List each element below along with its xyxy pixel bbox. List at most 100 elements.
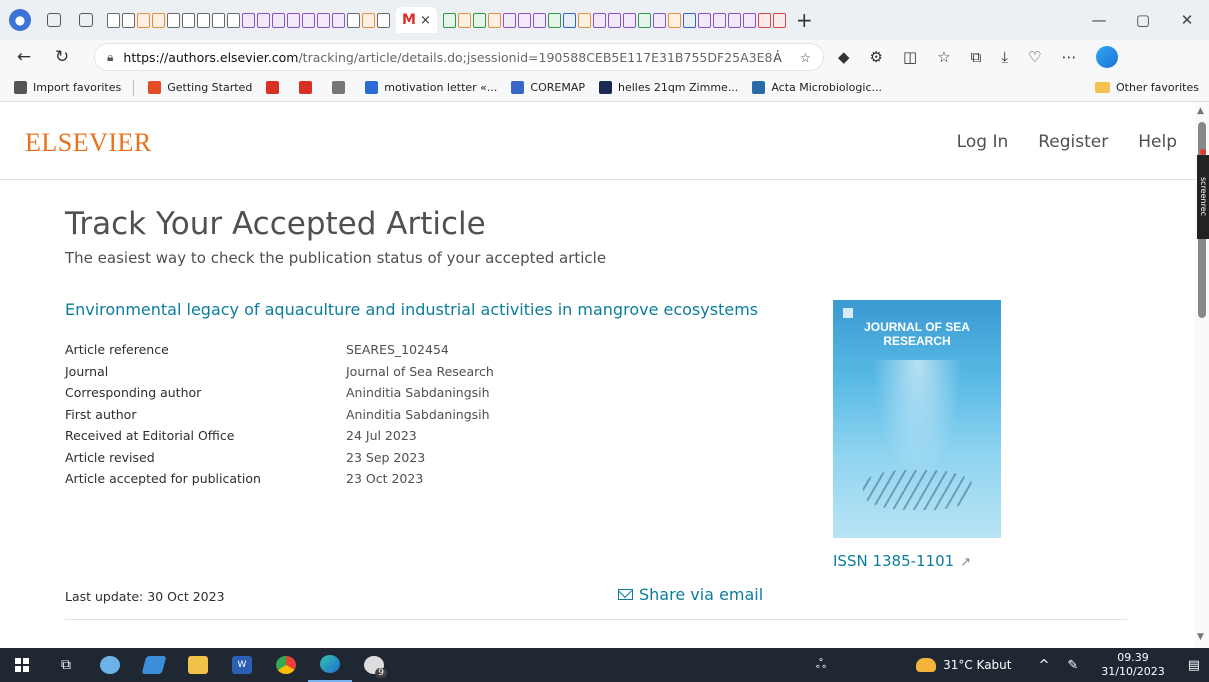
tab[interactable]: [137, 12, 150, 28]
tab[interactable]: [472, 12, 486, 28]
back-arrow-icon[interactable]: ←: [10, 47, 38, 67]
tab[interactable]: [272, 12, 285, 28]
tab[interactable]: [287, 12, 300, 28]
tab[interactable]: [757, 12, 771, 28]
task-view-icon[interactable]: ⧉: [44, 648, 88, 682]
active-tab[interactable]: M ×: [396, 7, 437, 33]
tab[interactable]: [122, 12, 135, 28]
register-link[interactable]: Register: [1038, 132, 1108, 152]
chrome-icon[interactable]: [264, 648, 308, 682]
profile-avatar-icon[interactable]: ●: [9, 9, 31, 31]
close-window-button[interactable]: ✕: [1165, 0, 1209, 40]
collections-icon[interactable]: ⧉: [971, 48, 982, 66]
screenrec-widget[interactable]: screenrec: [1197, 149, 1209, 239]
close-tab-icon[interactable]: ×: [420, 13, 431, 28]
refresh-icon[interactable]: ↻: [48, 47, 76, 67]
page-info-icon[interactable]: 🔒︎: [107, 50, 113, 65]
workspaces-icon[interactable]: [47, 13, 61, 27]
favorite-item[interactable]: [332, 81, 351, 94]
elsevier-logo[interactable]: ELSEVIER: [25, 128, 152, 158]
tab[interactable]: [197, 12, 210, 28]
tab[interactable]: [697, 12, 711, 28]
favorites-icon[interactable]: ☆: [937, 48, 950, 66]
edge-icon[interactable]: [308, 648, 352, 682]
favorite-item[interactable]: [266, 81, 285, 94]
tab[interactable]: [652, 12, 666, 28]
maximize-button[interactable]: ▢: [1121, 0, 1165, 40]
favorite-item[interactable]: helles 21qm Zimme...: [598, 81, 738, 94]
favorite-item[interactable]: COREMAP: [511, 81, 585, 94]
tab[interactable]: [772, 12, 786, 28]
tab[interactable]: [182, 12, 195, 28]
tab[interactable]: [562, 12, 576, 28]
favorite-star-icon[interactable]: ☆: [800, 50, 811, 65]
login-link[interactable]: Log In: [957, 132, 1009, 152]
clock[interactable]: 09.39 31/10/2023: [1101, 651, 1164, 679]
tab[interactable]: [152, 12, 165, 28]
favorite-item[interactable]: Getting Started: [148, 81, 252, 94]
read-aloud-icon[interactable]: A̒: [773, 50, 782, 65]
issn-link[interactable]: ISSN 1385-1101 ↗: [833, 552, 971, 570]
tab[interactable]: [667, 12, 681, 28]
tab[interactable]: [212, 12, 225, 28]
tab[interactable]: [242, 12, 255, 28]
other-favorites[interactable]: Other favorites: [1095, 81, 1199, 94]
tab[interactable]: [487, 12, 501, 28]
tab[interactable]: [607, 12, 621, 28]
share-via-email-link[interactable]: Share via email: [618, 585, 763, 604]
word-icon[interactable]: W: [220, 648, 264, 682]
tab[interactable]: [502, 12, 516, 28]
tab[interactable]: [107, 12, 120, 28]
tab[interactable]: [457, 12, 471, 28]
extensions-icon[interactable]: ⚙: [870, 48, 883, 66]
tab[interactable]: [682, 12, 696, 28]
tab[interactable]: [712, 12, 726, 28]
notifications-icon[interactable]: ▤: [1188, 658, 1200, 673]
tab[interactable]: [622, 12, 636, 28]
tab[interactable]: [577, 12, 591, 28]
file-explorer-icon[interactable]: [176, 648, 220, 682]
browser-essentials-icon[interactable]: ♡: [1028, 48, 1041, 66]
more-options-icon[interactable]: ⋯: [1061, 48, 1076, 66]
tab[interactable]: [547, 12, 561, 28]
minimize-button[interactable]: —: [1077, 0, 1121, 40]
scroll-down-icon[interactable]: ▼: [1197, 632, 1204, 642]
people-icon[interactable]: ஃ: [816, 657, 826, 673]
tab[interactable]: [637, 12, 651, 28]
tab[interactable]: [742, 12, 756, 28]
tab[interactable]: [727, 12, 741, 28]
url-field[interactable]: 🔒︎ https://authors.elsevier.com /trackin…: [94, 43, 824, 71]
tab-actions-icon[interactable]: [79, 13, 93, 27]
scroll-up-icon[interactable]: ▲: [1197, 106, 1204, 116]
whatsapp-icon[interactable]: 9: [352, 648, 396, 682]
tab[interactable]: [377, 12, 390, 28]
favorite-item[interactable]: Import favorites: [14, 81, 121, 94]
app-icon[interactable]: [132, 648, 176, 682]
tab[interactable]: [442, 12, 456, 28]
copilot-icon[interactable]: [1096, 46, 1119, 68]
weather-widget[interactable]: 31°C Kabut: [916, 658, 1011, 672]
favorite-item[interactable]: motivation letter «...: [365, 81, 497, 94]
tab[interactable]: [257, 12, 270, 28]
tab[interactable]: [362, 12, 375, 28]
favorite-item[interactable]: [299, 81, 318, 94]
tab[interactable]: [517, 12, 531, 28]
tab[interactable]: [532, 12, 546, 28]
show-hidden-icons[interactable]: ^: [1038, 658, 1049, 673]
split-screen-icon[interactable]: ◫: [903, 48, 917, 66]
tab[interactable]: [347, 12, 360, 28]
help-link[interactable]: Help: [1138, 132, 1177, 152]
tab[interactable]: [227, 12, 240, 28]
tab[interactable]: [332, 12, 345, 28]
downloads-icon[interactable]: ⤓: [1001, 48, 1008, 66]
paint-app-icon[interactable]: [88, 648, 132, 682]
pen-icon[interactable]: ✎: [1067, 658, 1078, 673]
start-button[interactable]: [0, 648, 44, 682]
extension-icon[interactable]: ◆: [838, 48, 850, 66]
tab[interactable]: [592, 12, 606, 28]
tab[interactable]: [317, 12, 330, 28]
new-tab-button[interactable]: +: [796, 8, 813, 32]
tab[interactable]: [167, 12, 180, 28]
favorite-item[interactable]: Acta Microbiologic...: [752, 81, 882, 94]
tab[interactable]: [302, 12, 315, 28]
